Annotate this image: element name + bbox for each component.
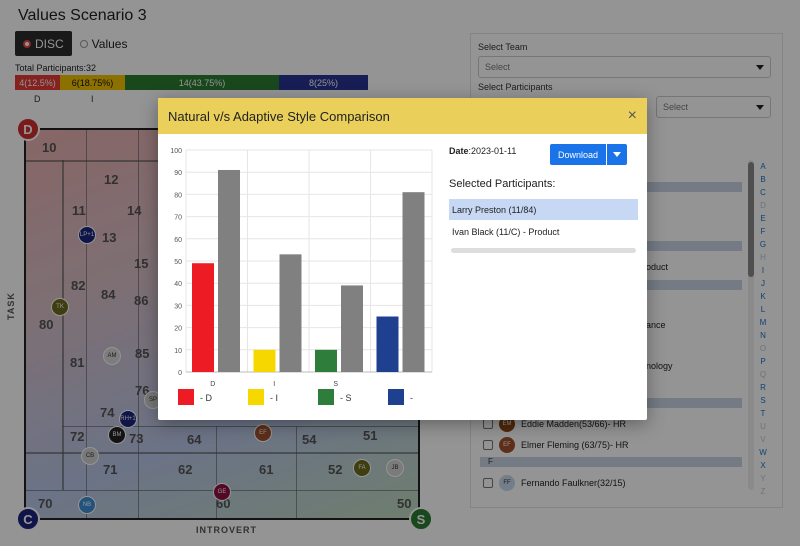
y-tick-label: 40 bbox=[174, 281, 182, 288]
bar-adaptive bbox=[341, 285, 363, 372]
legend-label: - S bbox=[340, 393, 352, 403]
bar-natural bbox=[253, 349, 276, 372]
participants-scrollbar[interactable] bbox=[451, 248, 636, 253]
legend-swatch bbox=[248, 389, 264, 405]
download-button[interactable]: Download bbox=[550, 144, 607, 165]
selected-participant-item[interactable]: Ivan Black (11/C) - Product bbox=[449, 221, 638, 242]
style-comparison-chart: 0 10 20 30 40 50 60 70 80 90 100 D I S - D - I - S - bbox=[170, 148, 433, 405]
legend-label: - D bbox=[200, 393, 212, 403]
bar-adaptive bbox=[402, 192, 425, 372]
download-options-button[interactable] bbox=[607, 144, 628, 165]
download-button-group: Download bbox=[550, 144, 628, 165]
x-tick-label: D bbox=[210, 381, 215, 388]
date-value: :2023-01-11 bbox=[468, 146, 517, 156]
date-label: Date bbox=[449, 146, 469, 156]
bar-natural bbox=[315, 349, 337, 372]
bar-natural bbox=[376, 316, 399, 372]
comparison-modal: Natural v/s Adaptive Style Comparison × … bbox=[158, 98, 647, 420]
modal-title: Natural v/s Adaptive Style Comparison bbox=[168, 108, 390, 124]
y-tick-label: 90 bbox=[174, 170, 182, 177]
close-icon[interactable]: × bbox=[628, 107, 637, 125]
legend-swatch bbox=[388, 389, 404, 405]
legend-swatch bbox=[178, 389, 194, 405]
selected-participant-item[interactable]: Larry Preston (11/84) bbox=[449, 199, 638, 220]
y-tick-label: 30 bbox=[174, 303, 182, 310]
bar-natural bbox=[192, 263, 214, 372]
chevron-down-icon bbox=[613, 152, 622, 157]
bar-adaptive bbox=[218, 169, 240, 372]
y-tick-label: 50 bbox=[174, 259, 182, 266]
legend-swatch bbox=[318, 389, 334, 405]
bar-adaptive bbox=[279, 254, 302, 372]
report-date: Date:2023-01-11 bbox=[449, 146, 516, 156]
y-tick-label: 60 bbox=[174, 237, 182, 244]
y-tick-label: 100 bbox=[170, 148, 182, 155]
legend-label: - bbox=[410, 393, 413, 403]
y-tick-label: 0 bbox=[178, 370, 182, 377]
modal-header: Natural v/s Adaptive Style Comparison × bbox=[158, 98, 647, 134]
legend-label: - I bbox=[270, 393, 278, 403]
y-tick-label: 20 bbox=[174, 326, 182, 333]
selected-participants-title: Selected Participants: bbox=[449, 178, 556, 190]
y-tick-label: 80 bbox=[174, 192, 182, 199]
x-tick-label: S bbox=[333, 381, 338, 388]
y-tick-label: 70 bbox=[174, 215, 182, 222]
y-tick-label: 10 bbox=[174, 348, 182, 355]
x-tick-label: I bbox=[273, 381, 275, 388]
